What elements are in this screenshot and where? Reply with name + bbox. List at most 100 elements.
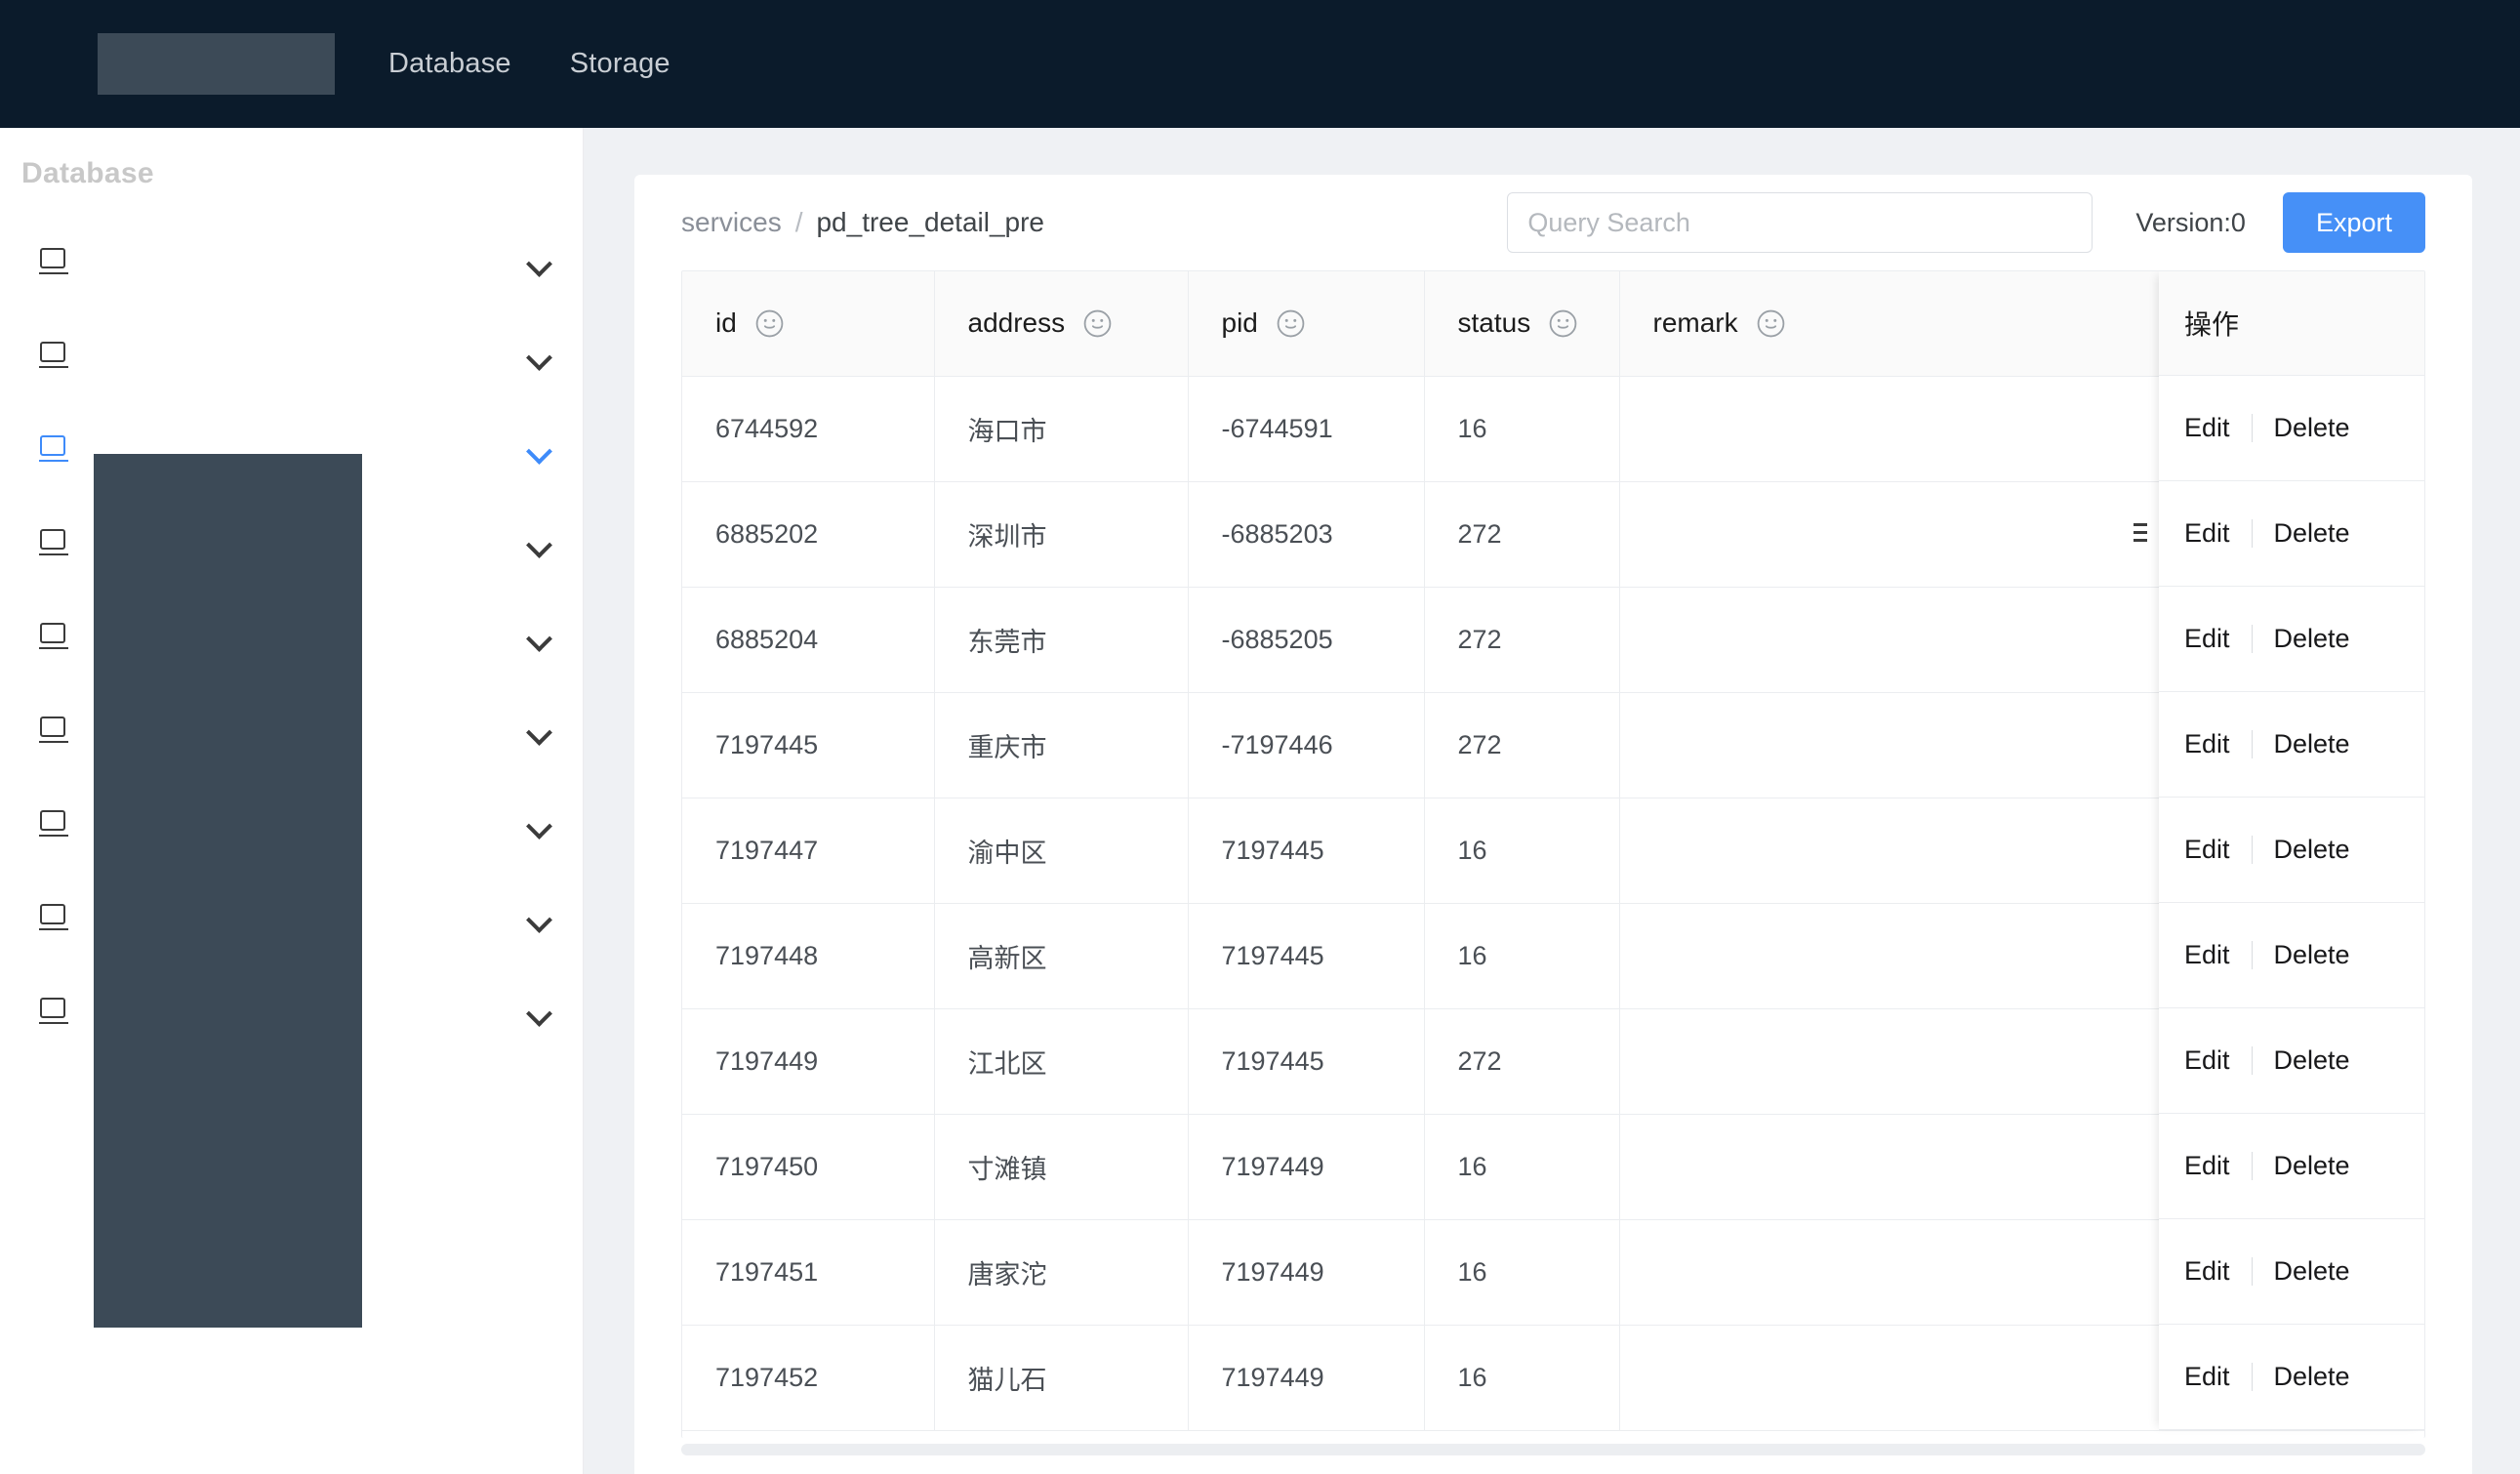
cell-address: 猫儿石 <box>934 1325 1188 1430</box>
edit-link[interactable]: Edit <box>2184 729 2230 759</box>
sidebar-item-label <box>68 403 522 497</box>
delete-link[interactable]: Delete <box>2274 1256 2350 1287</box>
operations-fixed-column: 操作 EditDeleteEditDeleteEditDeleteEditDel… <box>2159 271 2424 1430</box>
chevron-down-icon[interactable] <box>522 246 555 279</box>
chevron-down-icon[interactable] <box>522 340 555 373</box>
sidebar: Database <box>0 128 584 1474</box>
column-resize-handle-icon[interactable] <box>2134 523 2147 545</box>
operations-cell: Edit Delete <box>2159 692 2424 798</box>
version-label: Version:0 <box>2135 208 2246 238</box>
cell-status: 16 <box>1424 798 1619 903</box>
chevron-down-icon[interactable] <box>522 902 555 935</box>
cell-address: 高新区 <box>934 903 1188 1008</box>
column-header-label: address <box>968 307 1066 339</box>
edit-link[interactable]: Edit <box>2184 835 2230 865</box>
cell-status: 272 <box>1424 481 1619 587</box>
operations-cell: Edit Delete <box>2159 1219 2424 1325</box>
database-icon <box>39 529 68 558</box>
action-divider <box>2252 836 2253 864</box>
column-header-pid[interactable]: pid <box>1188 271 1424 376</box>
sidebar-item-database-1[interactable] <box>0 216 583 309</box>
operations-cell: Edit Delete <box>2159 903 2424 1008</box>
operations-cell: Edit Delete <box>2159 376 2424 481</box>
action-divider <box>2252 1046 2253 1075</box>
edit-link[interactable]: Edit <box>2184 624 2230 654</box>
breadcrumb-current: pd_tree_detail_pre <box>816 207 1044 238</box>
cell-pid: -6744591 <box>1188 376 1424 481</box>
chevron-down-icon[interactable] <box>522 996 555 1029</box>
delete-link[interactable]: Delete <box>2274 624 2350 654</box>
edit-link[interactable]: Edit <box>2184 1151 2230 1181</box>
nav-link-storage[interactable]: Storage <box>570 48 671 80</box>
sidebar-item-database-5[interactable] <box>0 591 583 684</box>
sidebar-database-list <box>0 216 583 1059</box>
edit-link[interactable]: Edit <box>2184 1045 2230 1076</box>
edit-link[interactable]: Edit <box>2184 518 2230 549</box>
column-header-status[interactable]: status <box>1424 271 1619 376</box>
column-header-label: pid <box>1222 307 1258 339</box>
search-input[interactable] <box>1507 192 2093 253</box>
delete-link[interactable]: Delete <box>2274 729 2350 759</box>
edit-link[interactable]: Edit <box>2184 1256 2230 1287</box>
database-icon <box>39 810 68 839</box>
sidebar-item-database-6[interactable] <box>0 684 583 778</box>
chevron-down-icon[interactable] <box>522 621 555 654</box>
chevron-down-icon[interactable] <box>522 808 555 841</box>
smiley-icon[interactable] <box>1082 308 1113 339</box>
cell-status: 272 <box>1424 692 1619 798</box>
delete-link[interactable]: Delete <box>2274 413 2350 443</box>
cell-address: 寸滩镇 <box>934 1114 1188 1219</box>
delete-link[interactable]: Delete <box>2274 1362 2350 1392</box>
data-table-container: id <box>681 270 2425 1438</box>
cell-status: 16 <box>1424 1219 1619 1325</box>
action-divider <box>2252 414 2253 442</box>
sidebar-item-database-9[interactable] <box>0 965 583 1059</box>
delete-link[interactable]: Delete <box>2274 518 2350 549</box>
sidebar-item-label <box>68 684 522 778</box>
sidebar-item-database-7[interactable] <box>0 778 583 872</box>
delete-link[interactable]: Delete <box>2274 1151 2350 1181</box>
edit-link[interactable]: Edit <box>2184 1362 2230 1392</box>
horizontal-scrollbar[interactable] <box>681 1444 2425 1455</box>
chevron-down-icon[interactable] <box>522 715 555 748</box>
smiley-icon[interactable] <box>754 308 785 339</box>
cell-pid: 7197445 <box>1188 903 1424 1008</box>
smiley-icon[interactable] <box>1276 308 1306 339</box>
cell-address: 重庆市 <box>934 692 1188 798</box>
sidebar-item-database-2[interactable] <box>0 309 583 403</box>
breadcrumb-separator: / <box>795 207 803 238</box>
table-card: services / pd_tree_detail_pre Version:0 … <box>634 175 2472 1474</box>
delete-link[interactable]: Delete <box>2274 835 2350 865</box>
column-header-label: id <box>715 307 737 339</box>
cell-pid: -6885203 <box>1188 481 1424 587</box>
sidebar-item-database-8[interactable] <box>0 872 583 965</box>
nav-link-database[interactable]: Database <box>388 48 511 80</box>
cell-address: 江北区 <box>934 1008 1188 1114</box>
delete-link[interactable]: Delete <box>2274 940 2350 970</box>
cell-id: 7197449 <box>682 1008 934 1114</box>
toolbar-actions: Version:0 Export <box>1507 192 2425 253</box>
smiley-icon[interactable] <box>1756 308 1786 339</box>
sidebar-item-label <box>68 778 522 872</box>
cell-pid: 7197449 <box>1188 1114 1424 1219</box>
breadcrumb-root[interactable]: services <box>681 207 782 238</box>
column-header-label: remark <box>1653 307 1738 339</box>
operations-cell: Edit Delete <box>2159 798 2424 903</box>
database-icon <box>39 717 68 746</box>
cell-id: 6885204 <box>682 587 934 692</box>
database-icon <box>39 998 68 1027</box>
column-header-id[interactable]: id <box>682 271 934 376</box>
logo-placeholder <box>98 33 335 95</box>
sidebar-item-label <box>68 497 522 591</box>
delete-link[interactable]: Delete <box>2274 1045 2350 1076</box>
chevron-down-icon[interactable] <box>522 527 555 560</box>
sidebar-item-database-4[interactable] <box>0 497 583 591</box>
smiley-icon[interactable] <box>1548 308 1578 339</box>
column-header-address[interactable]: address <box>934 271 1188 376</box>
edit-link[interactable]: Edit <box>2184 940 2230 970</box>
export-button[interactable]: Export <box>2283 192 2425 253</box>
edit-link[interactable]: Edit <box>2184 413 2230 443</box>
chevron-down-icon[interactable] <box>522 433 555 467</box>
sidebar-item-database-3-active[interactable] <box>0 403 583 497</box>
cell-pid: 7197449 <box>1188 1219 1424 1325</box>
